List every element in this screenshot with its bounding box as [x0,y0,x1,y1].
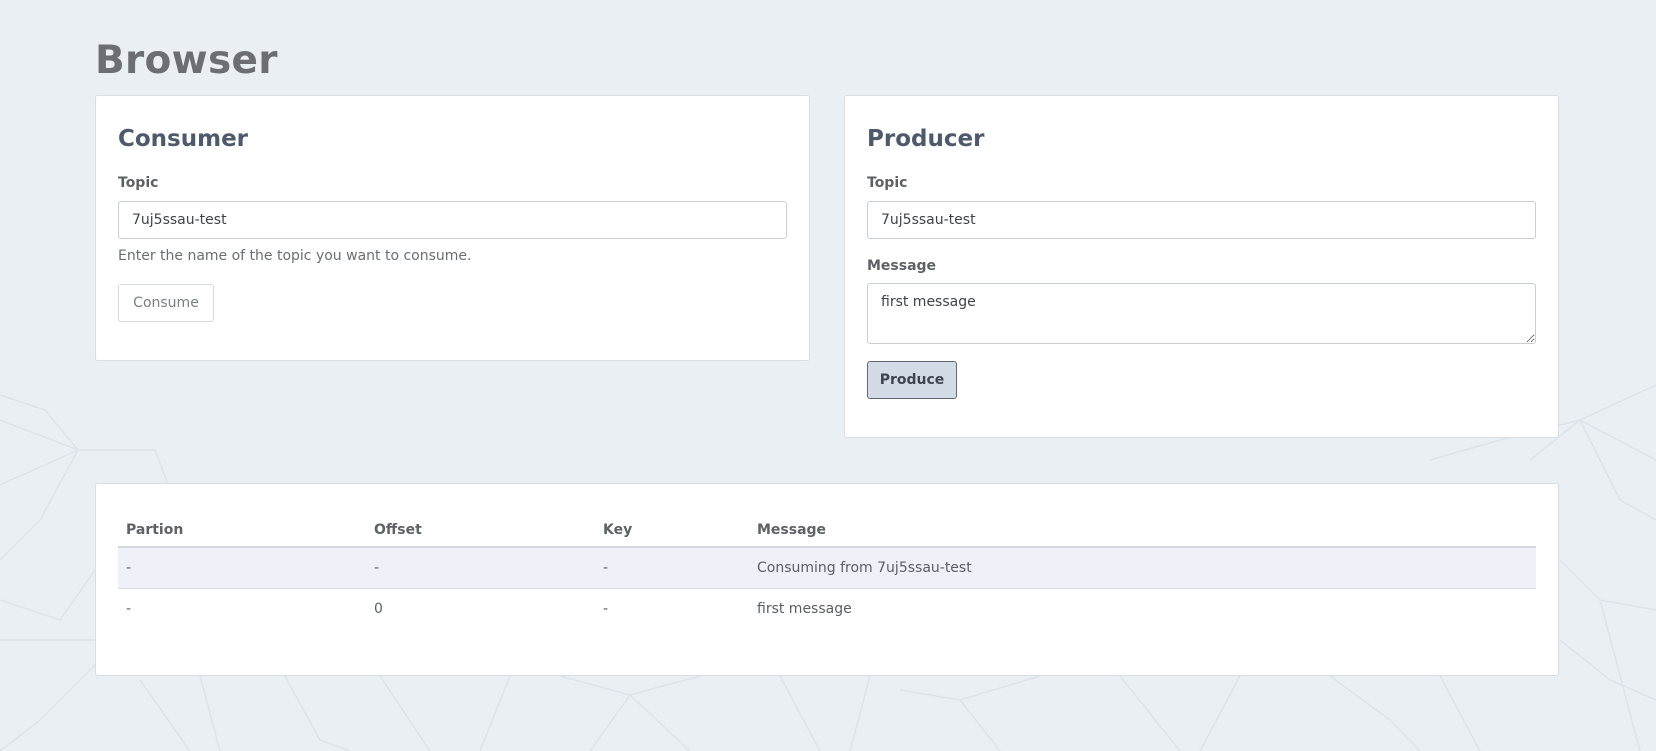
cell-partion: - [126,601,132,617]
producer-card: Producer Topic Message first message Pro… [844,95,1559,438]
cell-message: Consuming from 7uj5ssau-test [749,547,1536,589]
page-title: Browser [95,38,278,83]
column-header-message: Message [749,514,1536,548]
column-header-partion: Partion [118,514,366,548]
cell-key: - [595,547,749,589]
messages-table: Partion Offset Key Message - - - Consumi… [118,514,1536,629]
column-header-key: Key [595,514,749,548]
producer-message-label: Message [867,258,937,274]
table-header-row: Partion Offset Key Message [118,514,1536,548]
consumer-card: Consumer Topic Enter the name of the top… [95,95,810,361]
producer-title: Producer [867,126,985,152]
results-card: Partion Offset Key Message - - - Consumi… [95,483,1559,676]
consume-button[interactable]: Consume [118,284,214,322]
cell-offset: - [366,547,595,589]
producer-topic-input[interactable] [867,201,1536,239]
cell-message: first message [757,601,852,617]
cell-key: - [603,601,609,617]
produce-button[interactable]: Produce [867,361,957,399]
table-row: - 0 - first message [118,589,1536,630]
consumer-topic-label: Topic [118,175,159,191]
cell-partion: - [118,547,366,589]
producer-message-textarea[interactable]: first message [867,283,1536,344]
cell-offset: 0 [374,601,383,617]
producer-topic-label: Topic [867,175,908,191]
table-row: - - - Consuming from 7uj5ssau-test [118,547,1536,589]
consumer-topic-input[interactable] [118,201,787,239]
consumer-title: Consumer [118,126,249,152]
consumer-help-text: Enter the name of the topic you want to … [118,248,472,264]
column-header-offset: Offset [366,514,595,548]
